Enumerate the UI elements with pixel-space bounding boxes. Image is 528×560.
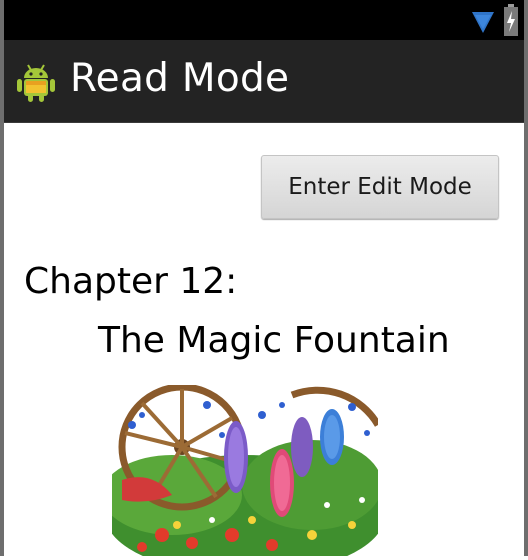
wifi-icon: [472, 12, 494, 38]
device-frame-right: [524, 0, 528, 556]
app-title: Read Mode: [70, 56, 290, 101]
android-icon[interactable]: [14, 62, 58, 106]
enter-edit-mode-button[interactable]: Enter Edit Mode: [261, 155, 499, 219]
garden-illustration: [102, 383, 385, 560]
chapter-title: The Magic Fountain: [98, 320, 450, 361]
content-area: Enter Edit Mode Chapter 12: The Magic Fo…: [4, 123, 524, 560]
chapter-number: Chapter 12:: [24, 261, 238, 302]
battery-charging-icon: [504, 4, 518, 40]
action-bar: Read Mode: [4, 40, 524, 123]
status-bar: [4, 0, 524, 40]
